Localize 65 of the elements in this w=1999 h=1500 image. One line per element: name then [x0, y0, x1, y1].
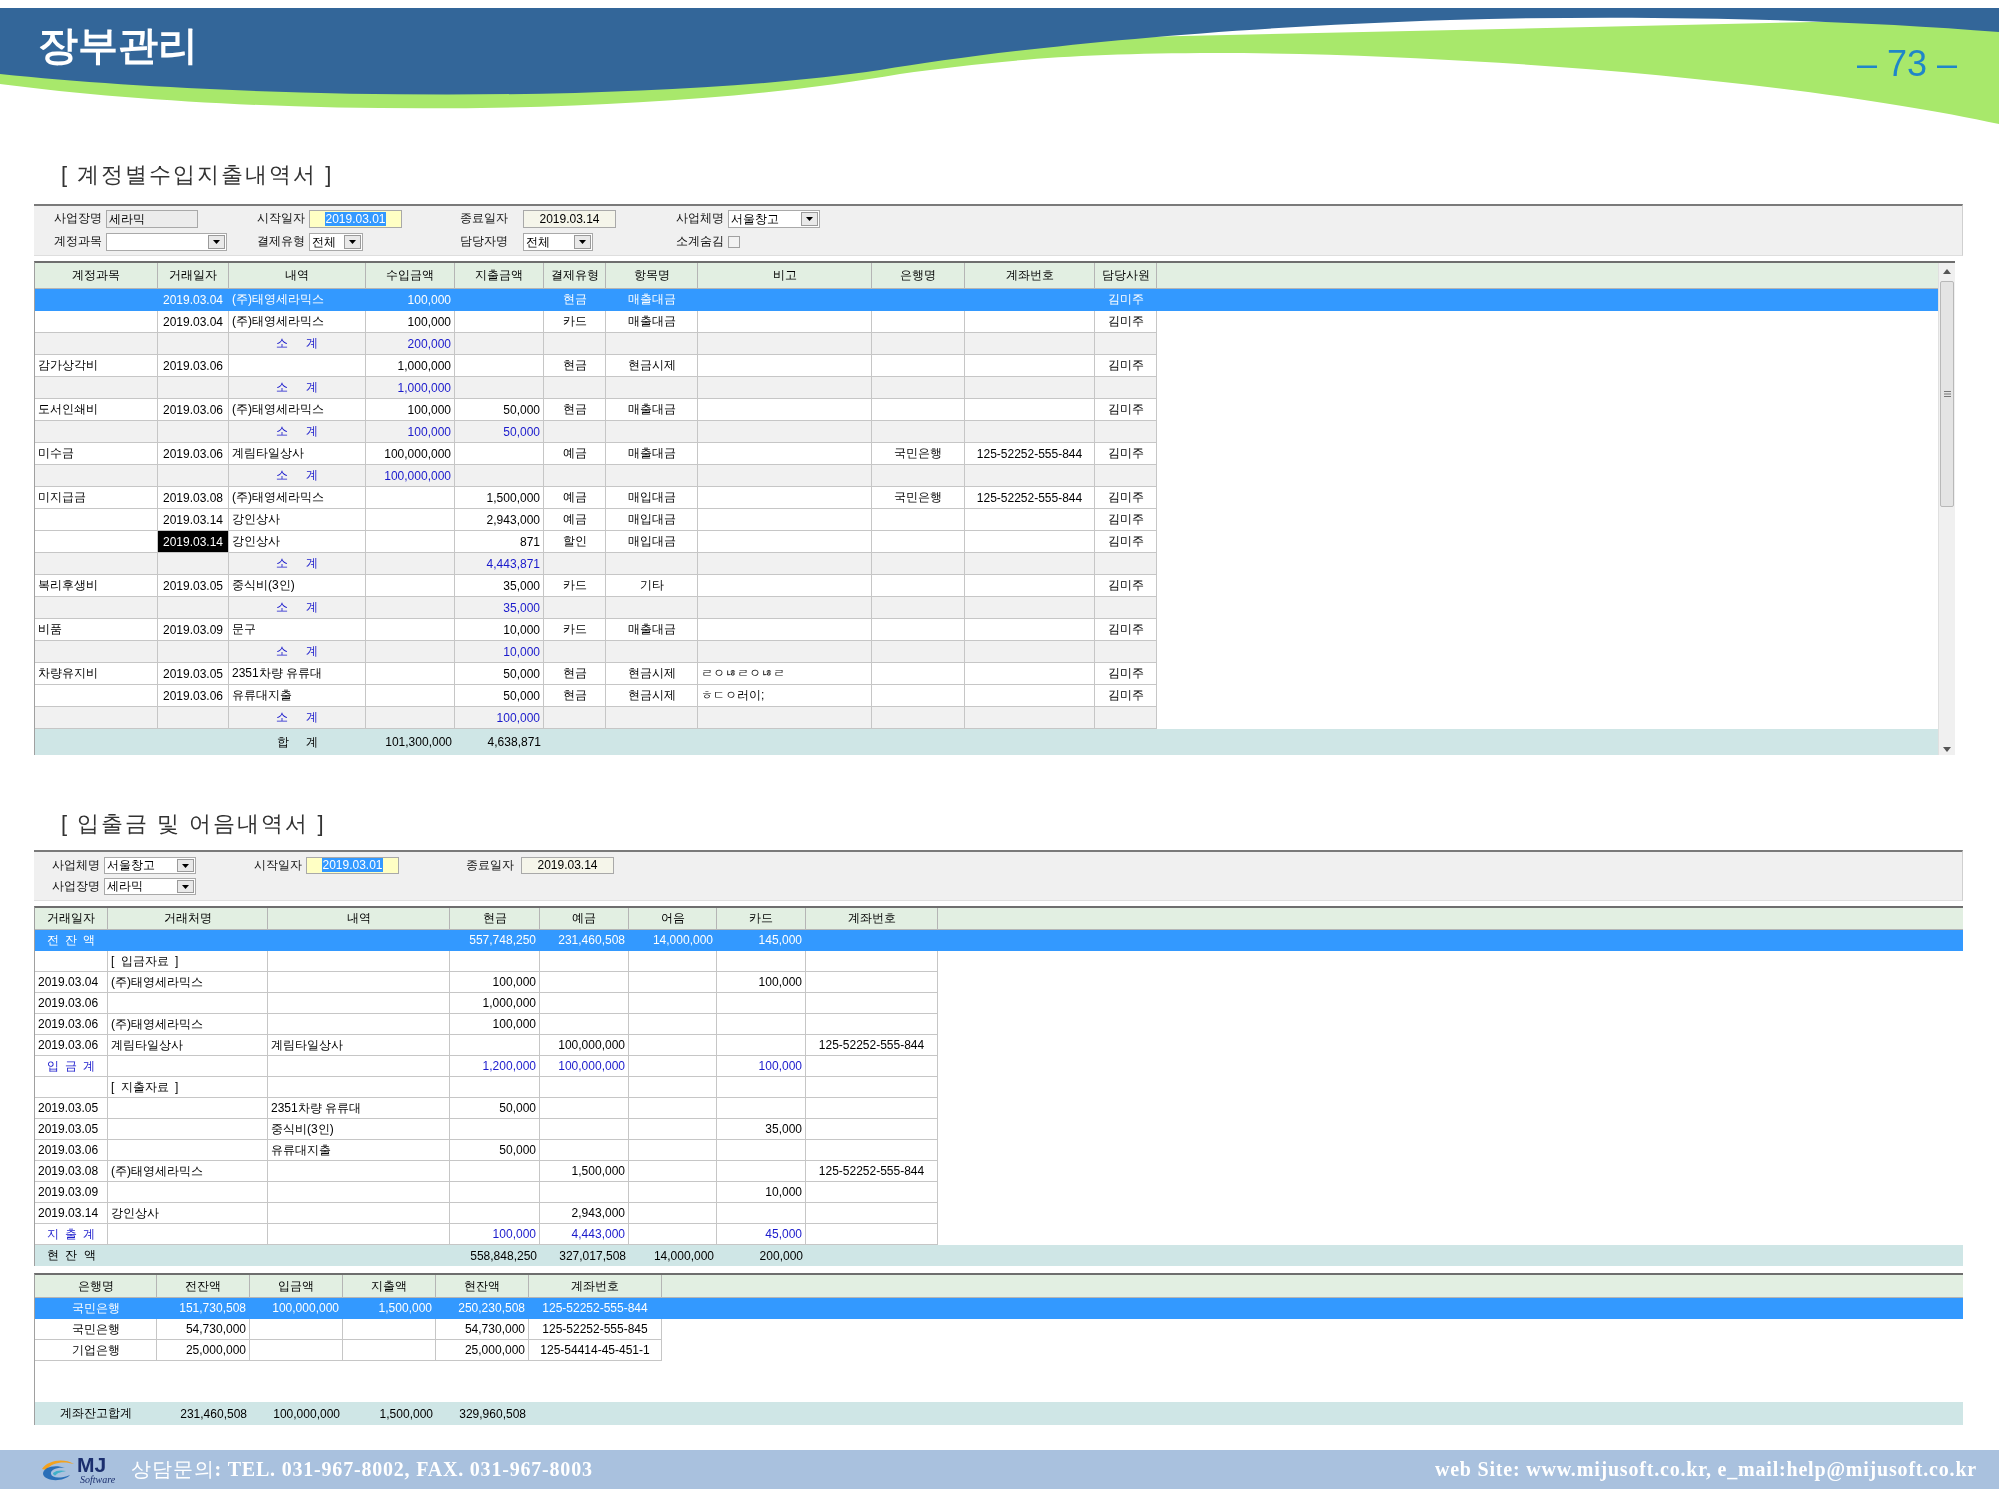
scrollbar-thumb[interactable]: [1940, 281, 1954, 507]
dropdown-button[interactable]: [177, 859, 194, 872]
table-cell-text: 231,460,508: [179, 1405, 248, 1423]
field-label: 사업체명: [676, 210, 725, 227]
table-cell-text: 계좌잔고합계: [59, 1405, 133, 1422]
section-heading: [ 계정별수입지출내역서 ]: [61, 161, 335, 189]
caret-icon: [182, 884, 189, 889]
logo-text: MJ: [77, 1454, 107, 1474]
dropdown-button[interactable]: [177, 880, 194, 893]
dropdown-button[interactable]: [344, 234, 361, 249]
table-cell: 2019.03.14: [158, 531, 229, 553]
table-cell-text: 4,638,871: [486, 734, 542, 751]
section-heading: [ 입출금 및 어음내역서 ]: [61, 810, 327, 838]
caret-icon: [349, 239, 356, 244]
vertical-scrollbar[interactable]: [1938, 263, 1955, 755]
field-label: 종료일자: [466, 857, 515, 874]
dropdown-field[interactable]: 세라믹: [104, 878, 196, 895]
table-cell-text: 합 계: [275, 733, 320, 751]
text-field[interactable]: 세라믹: [106, 209, 198, 228]
dropdown-button[interactable]: [208, 234, 225, 249]
dropdown-button[interactable]: [801, 211, 818, 226]
table-cell-text: 현 잔 액: [46, 1247, 97, 1264]
field-label: 소계숨김: [676, 233, 725, 250]
checkbox[interactable]: [728, 235, 740, 248]
table-cell: 25,000,000: [436, 1340, 529, 1361]
field-label: 사업장명: [54, 210, 103, 227]
date-field[interactable]: 2019.03.14: [523, 209, 616, 228]
field-label: 시작일자: [254, 857, 303, 874]
table-cell: 기업은행: [35, 1340, 157, 1361]
table-cell-text: 101,300,000: [384, 734, 453, 751]
table-cell-text: 200,000: [758, 1247, 804, 1265]
page-title: 장부관리: [38, 22, 198, 68]
dropdown-field[interactable]: 전체: [309, 232, 363, 251]
table-cell-text: 14,000,000: [652, 1247, 715, 1265]
page-number: – 73 –: [1856, 44, 1957, 84]
website-text: web Site: www.mijusoft.co.kr, e_mail:help@mijusoft.co.kr: [1434, 1458, 1977, 1481]
dropdown-field[interactable]: 서울창고: [728, 209, 820, 228]
down-arrow-icon[interactable]: [1943, 747, 1951, 752]
dropdown-field[interactable]: 전체: [523, 232, 593, 251]
table-cell: 25,000,000: [157, 1340, 250, 1361]
table-cell-text: 329,960,508: [458, 1405, 527, 1423]
date-field[interactable]: 2019.03.14: [521, 857, 614, 874]
caret-icon: [182, 863, 189, 868]
up-arrow-icon[interactable]: [1943, 269, 1951, 274]
field-label: 결제유형: [257, 233, 306, 250]
field-label: 종료일자: [460, 210, 509, 227]
field-label: 담당자명: [460, 233, 509, 250]
dropdown-field[interactable]: 서울창고: [104, 857, 196, 874]
caret-icon: [213, 239, 220, 244]
table-cell-text: 1,500,000: [378, 1405, 434, 1423]
field-label: 시작일자: [257, 210, 306, 227]
caret-icon: [806, 216, 813, 221]
field-label: 사업체명: [52, 857, 101, 874]
dropdown-field[interactable]: [106, 232, 227, 251]
table-cell-text: 558,848,250: [469, 1247, 538, 1265]
dropdown-button[interactable]: [574, 234, 591, 249]
table-cell-text: 100,000,000: [272, 1405, 341, 1423]
logo-tagline: Software: [80, 1473, 116, 1485]
contact-text: 상담문의: TEL. 031-967-8002, FAX. 031-967-8003: [131, 1457, 593, 1482]
field-label: 계정과목: [54, 233, 103, 250]
field-label: 사업장명: [52, 878, 101, 895]
table-cell-text: 327,017,508: [558, 1247, 627, 1265]
caret-icon: [579, 239, 586, 244]
grip-icon: [1943, 391, 1951, 397]
table-cell: 125-54414-45-451-1: [529, 1340, 662, 1361]
